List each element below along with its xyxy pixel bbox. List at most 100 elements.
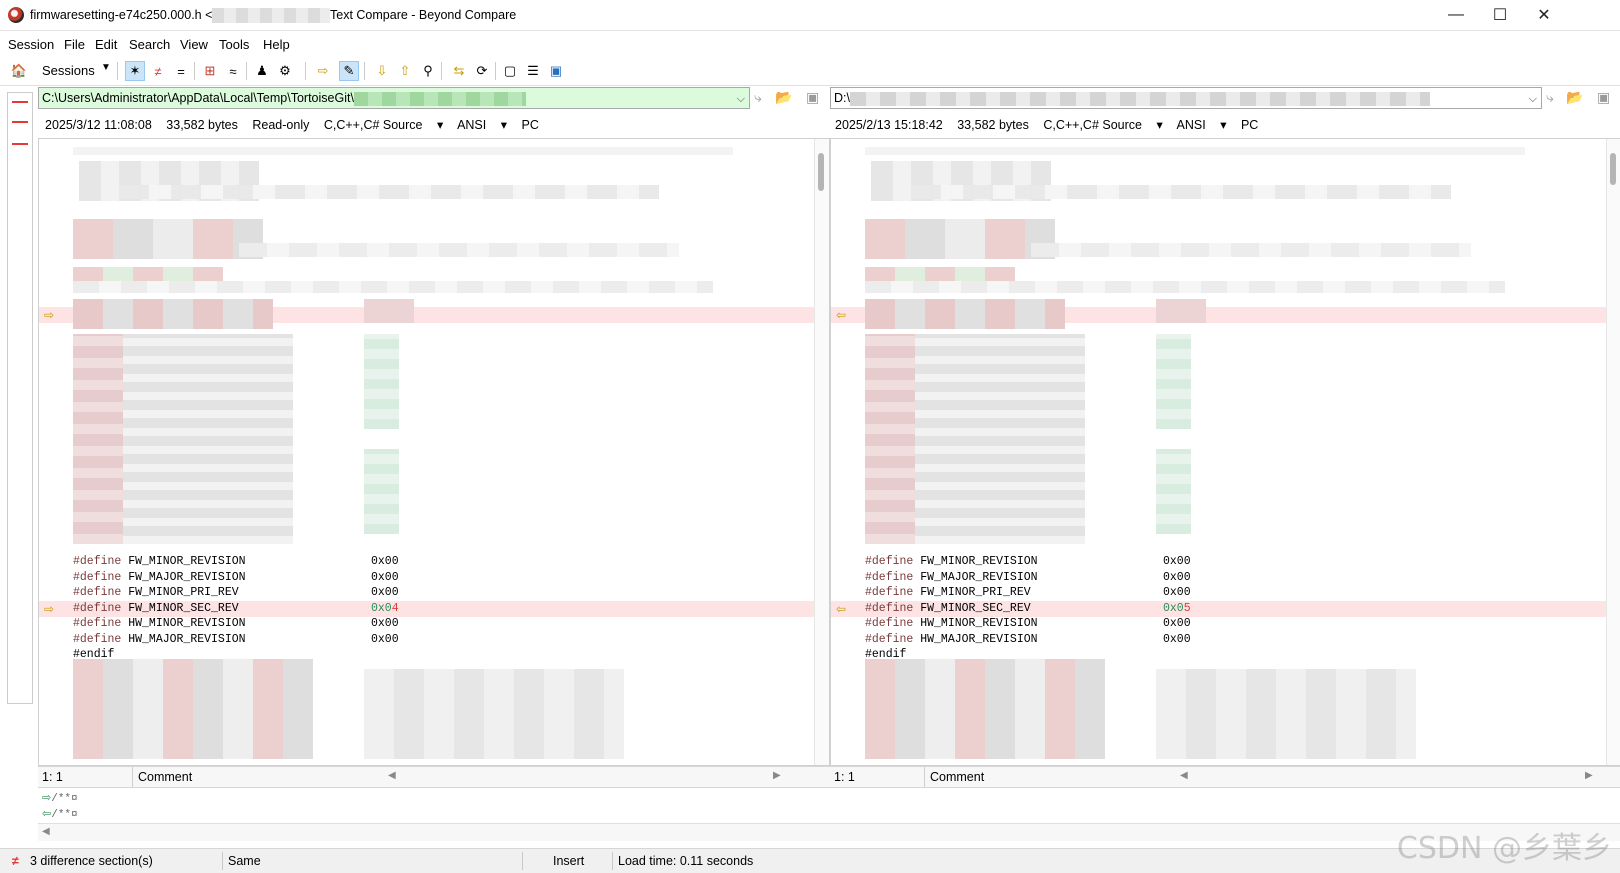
code-value: 0x00 bbox=[1163, 617, 1191, 630]
code-line: #define FW_MAJOR_REVISION bbox=[73, 571, 246, 584]
code-line: #define HW_MAJOR_REVISION bbox=[73, 633, 246, 646]
menu-view[interactable]: View bbox=[180, 37, 208, 52]
code-value-diff: 0x04 bbox=[371, 602, 399, 615]
maximize-button[interactable]: ☐ bbox=[1477, 0, 1523, 30]
left-format[interactable]: C,C++,C# Source ▾ bbox=[324, 118, 443, 132]
list-icon[interactable]: ☰ bbox=[523, 61, 543, 81]
line-detail-panel[interactable]: ⇨/**¤ ⇦/**¤ bbox=[38, 787, 1620, 824]
code-value-diff: 0x05 bbox=[1163, 602, 1191, 615]
show-all-icon[interactable]: ✶ bbox=[125, 61, 145, 81]
right-open-folder-icon[interactable]: 📂 bbox=[1566, 89, 1583, 106]
next-difference-icon[interactable]: ⇩ bbox=[372, 61, 392, 81]
swap-sides-icon[interactable]: ⇆ bbox=[449, 61, 469, 81]
right-encoding[interactable]: ANSI ▾ bbox=[1177, 118, 1227, 132]
show-same-icon[interactable]: = bbox=[171, 61, 191, 81]
right-save-icon[interactable]: ▣ bbox=[1597, 89, 1610, 106]
right-cursor-position: 1: 1 bbox=[834, 770, 855, 784]
left-syntax-context: Comment bbox=[138, 770, 193, 784]
right-path-field[interactable]: D:\ ⌵ bbox=[830, 87, 1542, 109]
copy-to-right-icon[interactable]: ⇨ bbox=[313, 61, 333, 81]
code-line: #define HW_MINOR_REVISION bbox=[73, 617, 246, 630]
menu-edit[interactable]: Edit bbox=[95, 37, 117, 52]
home-icon[interactable]: 🏠 bbox=[9, 61, 29, 81]
code-line: #define FW_MAJOR_REVISION bbox=[865, 571, 1038, 584]
code-value: 0x00 bbox=[1163, 586, 1191, 599]
toolbar: 🏠 Sessions ▼ ✶ ≠ = ⊞ ≈ ♟ ⚙ ⇨ ✎ ⇩ ⇧ ⚲ ⇆ ⟳… bbox=[0, 58, 1620, 86]
status-bar: ≠ 3 difference section(s) Same Insert Lo… bbox=[0, 831, 1620, 873]
code-value: 0x00 bbox=[1163, 571, 1191, 584]
find-icon[interactable]: ⚲ bbox=[418, 61, 438, 81]
right-vertical-scrollbar[interactable] bbox=[1606, 139, 1620, 765]
menu-help[interactable]: Help bbox=[263, 37, 290, 52]
scroll-left-icon[interactable]: ◀ bbox=[388, 770, 396, 781]
left-save-icon[interactable]: ▣ bbox=[806, 89, 819, 106]
previous-difference-icon[interactable]: ⇧ bbox=[395, 61, 415, 81]
left-path-field[interactable]: C:\Users\Administrator\AppData\Local\Tem… bbox=[38, 87, 750, 109]
code-line-endif: #endif bbox=[865, 648, 907, 661]
show-differences-icon[interactable]: ≠ bbox=[148, 61, 168, 81]
menu-session[interactable]: Session bbox=[8, 37, 54, 52]
close-button[interactable]: ✕ bbox=[1521, 0, 1567, 30]
detail-horizontal-scrollbar[interactable]: ◀ bbox=[38, 823, 1620, 841]
code-line-diff: #define FW_MINOR_SEC_REV bbox=[73, 602, 239, 615]
scroll-right-icon[interactable]: ▶ bbox=[1585, 770, 1593, 781]
minimize-button[interactable]: — bbox=[1433, 0, 1479, 30]
code-line: #define FW_MINOR_REVISION bbox=[865, 555, 1038, 568]
code-line: #define FW_MINOR_REVISION bbox=[73, 555, 246, 568]
code-value: 0x00 bbox=[1163, 555, 1191, 568]
left-sync-icon[interactable]: ⤷ bbox=[754, 89, 762, 106]
refresh-icon[interactable]: ⟳ bbox=[472, 61, 492, 81]
left-vertical-scrollbar[interactable] bbox=[814, 139, 829, 765]
status-insert-mode: Insert bbox=[553, 854, 585, 868]
sessions-dropdown[interactable]: Sessions bbox=[42, 63, 95, 78]
menu-search[interactable]: Search bbox=[129, 37, 170, 52]
code-value: 0x00 bbox=[371, 555, 399, 568]
left-text-pane[interactable]: ⇨ #define FW_MINOR_REVISION 0x00 #define… bbox=[38, 138, 830, 766]
left-readonly: Read-only bbox=[252, 118, 310, 132]
menu-file[interactable]: File bbox=[64, 37, 85, 52]
scroll-right-icon[interactable]: ▶ bbox=[773, 770, 781, 781]
right-lineend[interactable]: PC bbox=[1241, 118, 1258, 132]
sessions-dropdown-arrow-icon[interactable]: ▼ bbox=[101, 62, 111, 73]
report-icon[interactable]: ▣ bbox=[546, 61, 566, 81]
left-file-info: 2025/3/12 11:08:08 33,582 bytes Read-onl… bbox=[45, 117, 550, 132]
menu-bar: Session File Edit Search View Tools Help bbox=[0, 32, 1620, 57]
copy-left-arrow-icon[interactable]: ⇦ bbox=[833, 601, 849, 617]
status-same: Same bbox=[228, 854, 261, 868]
minor-differences-icon[interactable]: ≈ bbox=[223, 61, 243, 81]
code-value: 0x00 bbox=[371, 633, 399, 646]
chevron-down-icon[interactable]: ⌵ bbox=[1529, 89, 1537, 108]
left-size: 33,582 bytes bbox=[166, 118, 238, 132]
right-pane-status: 1: 1 Comment ◀ ▶ bbox=[830, 766, 1620, 788]
right-text-pane[interactable]: ⇦ #define FW_MINOR_REVISION 0x00 #define… bbox=[830, 138, 1620, 766]
difference-map[interactable] bbox=[7, 92, 33, 704]
code-value: 0x00 bbox=[1163, 633, 1191, 646]
right-file-info: 2025/2/13 15:18:42 33,582 bytes C,C++,C#… bbox=[835, 117, 1269, 132]
window-title-file: firmwaresetting-e74c250.000.h <- bbox=[30, 8, 217, 22]
status-load-time: Load time: 0.11 seconds bbox=[618, 854, 754, 868]
right-sync-icon[interactable]: ⤷ bbox=[1546, 89, 1554, 106]
scroll-left-icon[interactable]: ◀ bbox=[42, 826, 50, 837]
left-encoding[interactable]: ANSI ▾ bbox=[457, 118, 507, 132]
copy-right-arrow-icon[interactable]: ⇨ bbox=[41, 307, 57, 323]
right-format[interactable]: C,C++,C# Source ▾ bbox=[1043, 118, 1162, 132]
format-icon[interactable]: ⚙ bbox=[275, 61, 295, 81]
code-line: #define FW_MINOR_PRI_REV bbox=[865, 586, 1031, 599]
rules-icon[interactable]: ♟ bbox=[252, 61, 272, 81]
code-line: #define HW_MINOR_REVISION bbox=[865, 617, 1038, 630]
menu-tools[interactable]: Tools bbox=[219, 37, 249, 52]
left-lineend[interactable]: PC bbox=[521, 118, 538, 132]
csdn-watermark: CSDN @乡葉乡 bbox=[1396, 831, 1612, 866]
left-open-folder-icon[interactable]: 📂 bbox=[775, 89, 792, 106]
left-date: 2025/3/12 11:08:08 bbox=[45, 118, 152, 132]
redacted-title-segment bbox=[212, 8, 330, 23]
right-path-text: D:\ bbox=[834, 91, 850, 105]
chevron-down-icon[interactable]: ⌵ bbox=[737, 89, 745, 108]
copy-left-arrow-icon[interactable]: ⇦ bbox=[833, 307, 849, 323]
scroll-left-icon[interactable]: ◀ bbox=[1180, 770, 1188, 781]
context-icon[interactable]: ⊞ bbox=[200, 61, 220, 81]
edit-icon[interactable]: ✎ bbox=[339, 61, 359, 81]
difference-icon: ≠ bbox=[12, 854, 19, 868]
expand-icon[interactable]: ▢ bbox=[500, 61, 520, 81]
copy-right-arrow-icon[interactable]: ⇨ bbox=[41, 601, 57, 617]
